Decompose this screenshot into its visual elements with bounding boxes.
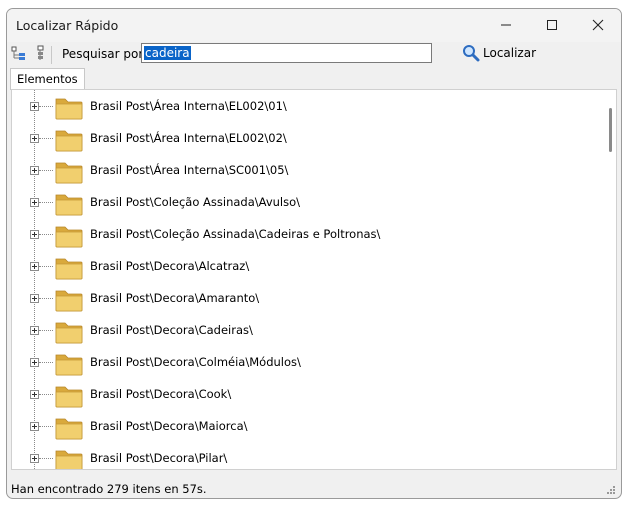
tree-item[interactable]: Brasil Post\Decora\Colméia\Módulos\ xyxy=(12,347,592,379)
title-bar: Localizar Rápido xyxy=(7,9,621,42)
tree-item-label: Brasil Post\Área Interna\EL002\01\ xyxy=(90,99,287,113)
folder-icon xyxy=(55,322,83,344)
folder-icon xyxy=(55,130,83,152)
tree-item-label: Brasil Post\Decora\Amaranto\ xyxy=(90,291,260,305)
tree-branch-line xyxy=(39,170,53,171)
tree-branch-line xyxy=(39,138,53,139)
expand-toggle[interactable] xyxy=(30,262,39,271)
window-title: Localizar Rápido xyxy=(16,18,119,33)
vertical-scrollbar[interactable] xyxy=(605,90,616,469)
tree-item-label: Brasil Post\Área Interna\SC001\05\ xyxy=(90,163,289,177)
tree-item-label: Brasil Post\Decora\Cook\ xyxy=(90,387,232,401)
tree-branch-line xyxy=(39,298,53,299)
tree-branch-line xyxy=(39,266,53,267)
maximize-button[interactable] xyxy=(529,9,575,40)
folder-icon xyxy=(55,418,83,440)
tab-strip: Elementos xyxy=(7,68,621,90)
tree-item-label: Brasil Post\Decora\Pilar\ xyxy=(90,451,228,465)
tree-item-label: Brasil Post\Coleção Assinada\Avulso\ xyxy=(90,195,301,209)
resize-grip-icon[interactable] xyxy=(605,484,615,494)
tree-item-label: Brasil Post\Decora\Maiorca\ xyxy=(90,419,248,433)
tree-item[interactable]: Brasil Post\Decora\Amaranto\ xyxy=(12,283,592,315)
status-text: Han encontrado 279 itens en 57s. xyxy=(11,482,207,496)
expand-toggle[interactable] xyxy=(30,358,39,367)
tree-item[interactable]: Brasil Post\Área Interna\SC001\05\ xyxy=(12,155,592,187)
tree-item-label: Brasil Post\Decora\Colméia\Módulos\ xyxy=(90,355,301,369)
expand-toggle[interactable] xyxy=(30,166,39,175)
tab-elementos[interactable]: Elementos xyxy=(10,68,85,90)
tree-item[interactable]: Brasil Post\Decora\Maiorca\ xyxy=(12,411,592,443)
minimize-icon xyxy=(501,24,511,25)
maximize-icon xyxy=(547,19,557,30)
expand-toggle[interactable] xyxy=(30,422,39,431)
tree-item[interactable]: Brasil Post\Coleção Assinada\Cadeiras e … xyxy=(12,219,592,251)
tree-item-label: Brasil Post\Área Interna\EL002\02\ xyxy=(90,131,287,145)
folder-icon xyxy=(55,226,83,248)
expand-toggle[interactable] xyxy=(30,230,39,239)
results-tree[interactable]: Brasil Post\Área Interna\EL002\01\ Brasil… xyxy=(11,89,617,470)
expand-tree-button[interactable] xyxy=(10,44,28,62)
search-input-value: cadeira xyxy=(144,46,191,60)
expand-toggle[interactable] xyxy=(30,198,39,207)
tree-branch-line xyxy=(39,234,53,235)
tree-branch-line xyxy=(39,458,53,459)
tree-item[interactable]: Brasil Post\Coleção Assinada\Avulso\ xyxy=(12,187,592,219)
tree-branch-line xyxy=(39,202,53,203)
tree-item-label: Brasil Post\Coleção Assinada\Cadeiras e … xyxy=(90,227,381,241)
find-button[interactable]: Localizar xyxy=(462,42,536,64)
folder-icon xyxy=(55,98,83,120)
expand-toggle[interactable] xyxy=(30,454,39,463)
tree-branch-line xyxy=(39,426,53,427)
toolbar: Pesquisar por: cadeira Localizar xyxy=(7,42,621,70)
tree-item[interactable]: Brasil Post\Decora\Pilar\ xyxy=(12,443,592,469)
folder-icon xyxy=(55,290,83,312)
expand-toggle[interactable] xyxy=(30,134,39,143)
collapse-tree-icon xyxy=(37,45,44,60)
tree-branch-line xyxy=(39,106,53,107)
close-icon xyxy=(592,19,604,30)
expand-toggle[interactable] xyxy=(30,294,39,303)
status-bar: Han encontrado 279 itens en 57s. xyxy=(7,477,621,498)
folder-icon xyxy=(55,162,83,184)
folder-icon xyxy=(55,450,83,469)
tree-item[interactable]: Brasil Post\Área Interna\EL002\01\ xyxy=(12,91,592,123)
tree-branch-line xyxy=(39,330,53,331)
scrollbar-thumb[interactable] xyxy=(609,108,612,152)
tree-item-label: Brasil Post\Decora\Alcatraz\ xyxy=(90,259,250,273)
toolbar-separator xyxy=(51,46,52,64)
minimize-button[interactable] xyxy=(483,9,529,40)
expand-toggle[interactable] xyxy=(30,390,39,399)
tree-branch-line xyxy=(39,362,53,363)
search-label: Pesquisar por: xyxy=(62,47,148,61)
tree-branch-line xyxy=(39,394,53,395)
folder-icon xyxy=(55,354,83,376)
folder-icon xyxy=(55,258,83,280)
expand-toggle[interactable] xyxy=(30,326,39,335)
close-button[interactable] xyxy=(575,9,621,40)
tree-item[interactable]: Brasil Post\Decora\Cook\ xyxy=(12,379,592,411)
expand-toggle[interactable] xyxy=(30,102,39,111)
tree-item-label: Brasil Post\Decora\Cadeiras\ xyxy=(90,323,253,337)
tree-item[interactable]: Brasil Post\Área Interna\EL002\02\ xyxy=(12,123,592,155)
magnifier-icon xyxy=(463,45,480,62)
search-input[interactable]: cadeira xyxy=(141,43,432,63)
collapse-tree-button[interactable] xyxy=(32,44,50,62)
folder-icon xyxy=(55,194,83,216)
tree-item[interactable]: Brasil Post\Decora\Alcatraz\ xyxy=(12,251,592,283)
expand-tree-icon xyxy=(11,46,25,60)
find-button-label: Localizar xyxy=(483,46,537,60)
quick-find-window: Localizar Rápido Pesquisar por: cadeira … xyxy=(6,8,622,499)
folder-icon xyxy=(55,386,83,408)
tree-item[interactable]: Brasil Post\Decora\Cadeiras\ xyxy=(12,315,592,347)
